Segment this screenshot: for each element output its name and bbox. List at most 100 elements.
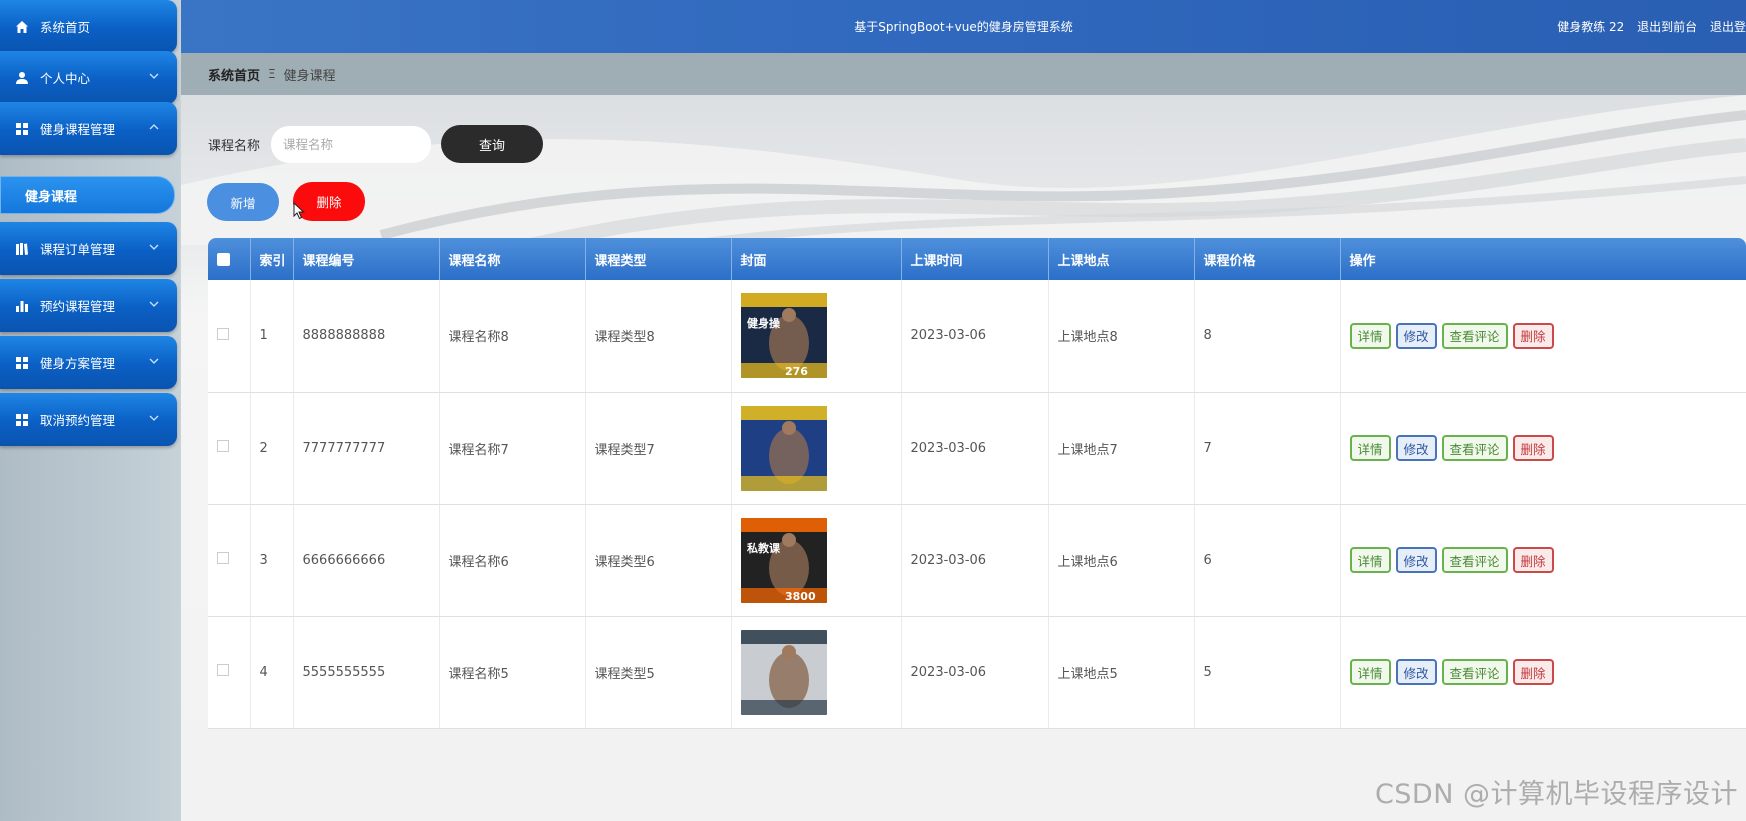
select-all-checkbox[interactable] xyxy=(217,252,230,266)
row-select-cell[interactable] xyxy=(208,504,251,617)
sidebar-item-profile[interactable]: 个人中心 xyxy=(0,51,177,104)
cell-type: 课程类型6 xyxy=(585,504,732,617)
column-header: 索引 xyxy=(250,238,294,280)
cell-place: 上课地点8 xyxy=(1048,280,1195,393)
course-table: 索引 课程编号 课程名称 课程类型 封面 上课时间 上课地点 课程价格 操作 1… xyxy=(208,238,1746,821)
breadcrumb: 系统首页 Ξ 健身课程 xyxy=(181,53,1746,95)
cell-time: 2023-03-06 xyxy=(901,616,1049,729)
row-delete-button[interactable]: 删除 xyxy=(1512,659,1554,685)
sidebar: 系统首页 个人中心 健身课程管理 健身课程 课程订单管理 预约课程管理 健身方案… xyxy=(0,0,180,821)
cell-time: 2023-03-06 xyxy=(901,280,1049,393)
course-name-input[interactable] xyxy=(271,126,431,163)
edit-button[interactable]: 修改 xyxy=(1395,322,1437,349)
sidebar-item-cancel-mgmt[interactable]: 取消预约管理 xyxy=(0,393,177,446)
add-button[interactable]: 新增 xyxy=(207,183,279,221)
course-cover-image: 健身操 276 xyxy=(740,293,827,379)
detail-button[interactable]: 详情 xyxy=(1349,322,1391,349)
chevron-down-icon xyxy=(149,244,159,250)
row-actions-cell: 详情 修改 查看评论 删除 xyxy=(1340,616,1746,729)
row-checkbox[interactable] xyxy=(217,327,229,340)
chevron-down-icon xyxy=(149,301,159,307)
view-reviews-button[interactable]: 查看评论 xyxy=(1441,435,1508,461)
cell-time: 2023-03-06 xyxy=(901,504,1049,617)
cell-index: 2 xyxy=(250,392,294,505)
row-actions-cell: 详情 修改 查看评论 删除 xyxy=(1340,280,1746,393)
row-delete-button[interactable]: 删除 xyxy=(1512,547,1554,573)
row-select-cell[interactable] xyxy=(208,616,251,729)
row-delete-button[interactable]: 删除 xyxy=(1512,322,1554,349)
view-reviews-button[interactable]: 查看评论 xyxy=(1441,322,1508,349)
edit-button[interactable]: 修改 xyxy=(1395,659,1437,685)
main-content: 课程名称 查询 新增 删除 索引 课程编号 课程名称 课程类型 封面 上课时间 … xyxy=(181,95,1746,821)
mouse-cursor-icon xyxy=(293,202,305,220)
edit-button[interactable]: 修改 xyxy=(1395,435,1437,461)
detail-button[interactable]: 详情 xyxy=(1349,435,1391,461)
row-actions-cell: 详情 修改 查看评论 删除 xyxy=(1340,504,1746,617)
breadcrumb-home[interactable]: 系统首页 xyxy=(208,65,260,84)
course-cover-image xyxy=(740,405,827,491)
cell-type: 课程类型5 xyxy=(585,616,732,729)
cover-price-text: 3800 xyxy=(785,590,816,603)
view-reviews-button[interactable]: 查看评论 xyxy=(1441,547,1508,573)
cell-price: 8 xyxy=(1194,280,1341,393)
cover-title-text: 私教课 xyxy=(747,541,781,555)
sidebar-item-order-mgmt[interactable]: 课程订单管理 xyxy=(0,222,177,275)
sidebar-item-label: 健身课程管理 xyxy=(40,122,116,137)
cell-name: 课程名称5 xyxy=(439,616,586,729)
detail-button[interactable]: 详情 xyxy=(1349,659,1391,685)
row-checkbox[interactable] xyxy=(217,664,229,676)
cell-code: 7777777777 xyxy=(293,392,440,505)
search-label: 课程名称 xyxy=(208,139,261,154)
sidebar-item-plan-mgmt[interactable]: 健身方案管理 xyxy=(0,336,177,389)
row-select-cell[interactable] xyxy=(208,280,251,393)
watermark: CSDN @计算机毕设程序设计 xyxy=(1374,779,1738,810)
column-header: 上课地点 xyxy=(1048,238,1195,280)
row-delete-button[interactable]: 删除 xyxy=(1512,435,1554,461)
top-bar: 基于SpringBoot+vue的健身房管理系统 健身教练 22 退出到前台 退… xyxy=(181,0,1746,53)
bar-chart-icon xyxy=(14,298,29,313)
sidebar-item-home[interactable]: 系统首页 xyxy=(0,0,177,53)
cell-name: 课程名称6 xyxy=(439,504,586,617)
row-checkbox[interactable] xyxy=(217,552,229,564)
detail-button[interactable]: 详情 xyxy=(1349,547,1391,573)
cover-price-text: 276 xyxy=(785,365,808,378)
row-checkbox[interactable] xyxy=(217,440,229,452)
app-title: 基于SpringBoot+vue的健身房管理系统 xyxy=(854,20,1073,34)
row-select-cell[interactable] xyxy=(208,392,251,505)
cover-title-text: 健身操 xyxy=(747,316,781,330)
course-cover-image xyxy=(740,629,827,715)
breadcrumb-current: 健身课程 xyxy=(283,68,336,84)
cell-index: 1 xyxy=(250,280,294,393)
book-icon xyxy=(14,241,29,256)
cell-code: 6666666666 xyxy=(293,504,440,617)
cell-type: 课程类型7 xyxy=(585,392,732,505)
chevron-down-icon xyxy=(149,73,159,79)
column-header: 封面 xyxy=(731,238,902,280)
cover-cell xyxy=(731,392,902,505)
select-all-header[interactable] xyxy=(208,238,251,280)
column-header: 课程类型 xyxy=(585,238,732,280)
sidebar-item-booking-mgmt[interactable]: 预约课程管理 xyxy=(0,279,177,332)
cell-index: 4 xyxy=(250,616,294,729)
chevron-down-icon xyxy=(149,415,159,421)
sidebar-item-course-mgmt[interactable]: 健身课程管理 xyxy=(0,102,177,155)
grid-icon xyxy=(14,412,29,427)
current-user: 健身教练 22 xyxy=(1557,20,1625,34)
table-row: 1 8888888888 课程名称8 课程类型8 健身操 276 2023-03-06 上课地… xyxy=(208,280,1746,393)
front-page-link[interactable]: 退出到前台 xyxy=(1637,20,1697,34)
column-header: 课程价格 xyxy=(1194,238,1341,280)
view-reviews-button[interactable]: 查看评论 xyxy=(1441,659,1508,685)
cell-code: 5555555555 xyxy=(293,616,440,729)
grid-icon xyxy=(14,355,29,370)
edit-button[interactable]: 修改 xyxy=(1395,547,1437,573)
table-row: 4 5555555555 课程名称5 课程类型5 2023-03-06 上课地点5 5 详情修… xyxy=(208,616,1746,729)
query-button[interactable]: 查询 xyxy=(441,125,543,163)
home-icon xyxy=(14,19,29,34)
column-header: 课程编号 xyxy=(293,238,440,280)
cover-cell: 健身操 276 xyxy=(731,280,902,393)
sidebar-subitem-fitness-course[interactable]: 健身课程 xyxy=(0,176,175,214)
sidebar-item-label: 预约课程管理 xyxy=(40,299,116,314)
user-icon xyxy=(14,70,29,85)
logout-link[interactable]: 退出登 xyxy=(1710,20,1746,34)
column-header: 上课时间 xyxy=(901,238,1049,280)
